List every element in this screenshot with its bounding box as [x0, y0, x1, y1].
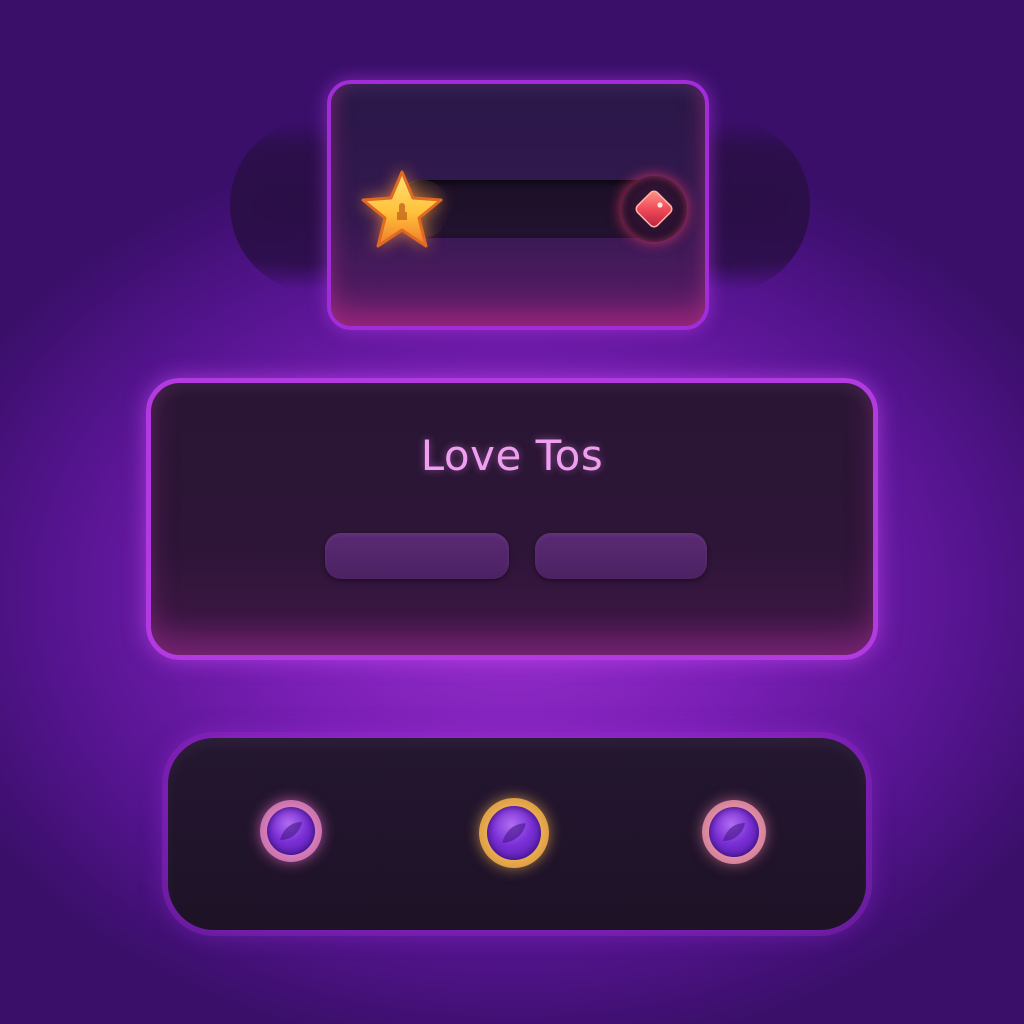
orb-button-2[interactable] [479, 798, 549, 868]
leaf-icon [280, 822, 302, 840]
leaf-icon [502, 823, 526, 843]
red-gem-icon [635, 190, 673, 228]
star-icon [359, 168, 445, 250]
dialog-title: Love Tos [420, 431, 604, 480]
orb-bar [168, 738, 866, 930]
orb-button-1[interactable] [260, 800, 322, 862]
progress-panel [327, 80, 709, 330]
leaf-icon [723, 823, 745, 841]
dialog-right-button[interactable] [535, 533, 707, 579]
dialog-left-button[interactable] [325, 533, 509, 579]
orb-button-3[interactable] [702, 800, 766, 864]
gem-button[interactable] [621, 176, 687, 242]
dialog-panel: Love Tos [146, 378, 878, 660]
